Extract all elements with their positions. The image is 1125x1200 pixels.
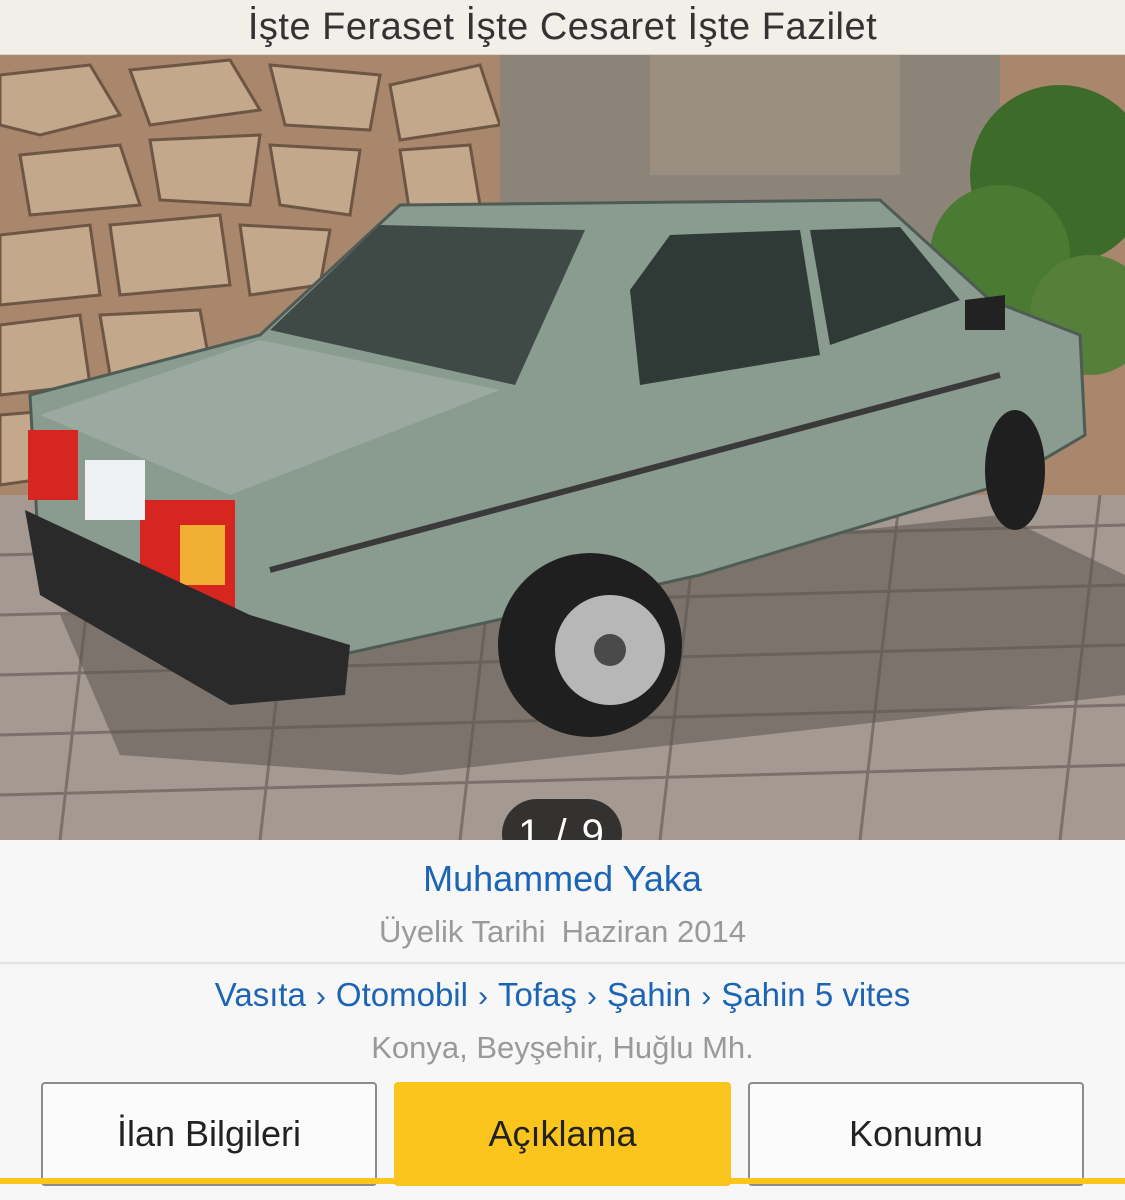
car-photo-image xyxy=(0,55,1125,840)
membership-value: Haziran 2014 xyxy=(561,914,746,949)
owner-info: Muhammed Yaka Üyelik Tarihi Haziran 2014 xyxy=(0,840,1125,964)
breadcrumb-item-otomobil[interactable]: Otomobil xyxy=(336,976,468,1013)
listing-title: İşte Feraset İşte Cesaret İşte Fazilet xyxy=(247,5,878,48)
active-tab-underline xyxy=(0,1178,1125,1184)
breadcrumb-item-sahin-5-vites[interactable]: Şahin 5 vites xyxy=(721,976,910,1013)
tab-ilan-bilgileri[interactable]: İlan Bilgileri xyxy=(41,1082,377,1186)
breadcrumb-item-tofas[interactable]: Tofaş xyxy=(498,976,577,1013)
tab-aciklama[interactable]: Açıklama xyxy=(394,1082,731,1186)
breadcrumb-separator-icon: › xyxy=(315,980,326,1013)
photo-counter-text: 1 / 9 xyxy=(518,811,606,841)
listing-location: Konya, Beyşehir, Huğlu Mh. xyxy=(371,1030,754,1065)
owner-name-link[interactable]: Muhammed Yaka xyxy=(0,858,1125,900)
breadcrumb: Vasıta › Otomobil › Tofaş › Şahin › Şahin 5 vite… xyxy=(0,976,1125,1014)
breadcrumb-separator-icon: › xyxy=(701,980,712,1013)
breadcrumb-separator-icon: › xyxy=(477,980,488,1013)
tab-konumu[interactable]: Konumu xyxy=(748,1082,1084,1186)
membership-date: Üyelik Tarihi Haziran 2014 xyxy=(0,914,1125,950)
listing-title-bar: İşte Feraset İşte Cesaret İşte Fazilet xyxy=(0,0,1125,55)
breadcrumb-separator-icon: › xyxy=(586,980,597,1013)
breadcrumb-item-vasita[interactable]: Vasıta xyxy=(215,976,306,1013)
membership-label: Üyelik Tarihi xyxy=(379,914,546,949)
listing-photo[interactable]: 1 / 9 xyxy=(0,55,1125,840)
breadcrumb-item-sahin[interactable]: Şahin xyxy=(607,976,691,1013)
photo-counter-badge: 1 / 9 xyxy=(502,799,622,840)
category-breadcrumb: Vasıta › Otomobil › Tofaş › Şahin › Şahin 5 vite… xyxy=(0,966,1125,1076)
